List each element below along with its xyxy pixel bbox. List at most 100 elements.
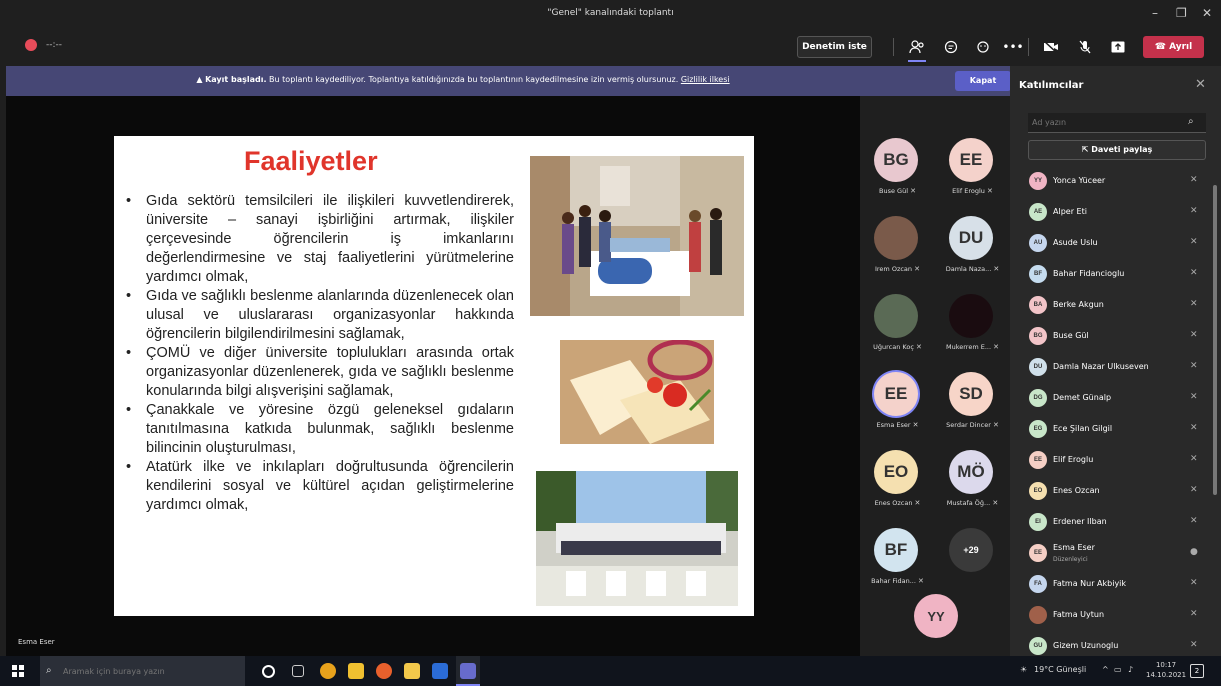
banner-bold: Kayıt başladı. (205, 75, 267, 84)
slide-photo-group-outdoor (536, 471, 738, 606)
notification-center-icon[interactable]: 2 (1190, 664, 1204, 678)
mic-muted-icon[interactable]: ✕ (1190, 423, 1198, 433)
mic-muted-icon[interactable]: ✕ (1190, 485, 1198, 495)
participant-row[interactable]: AE Alper Eti ✕ (1024, 197, 1210, 228)
participant-row[interactable]: Fatma Uytun ✕ (1024, 600, 1210, 631)
gallery-tile[interactable]: DU Damla Naza... ✕ (935, 204, 1010, 282)
participant-row[interactable]: EE Esma Eser Düzenleyici ● (1024, 538, 1210, 569)
firefox-icon[interactable] (376, 663, 392, 679)
warning-icon: ▲ (196, 75, 206, 84)
volume-icon[interactable]: ♪ (1128, 665, 1133, 674)
chrome-icon[interactable] (320, 663, 336, 679)
mic-muted-icon: ✕ (992, 421, 999, 429)
gallery-tile[interactable]: Uğurcan Koç ✕ (860, 282, 935, 360)
window-titlebar: "Genel" kanalındaki toplantı – ❐ ✕ (0, 0, 1221, 28)
participant-search-input[interactable] (1028, 113, 1206, 133)
mic-muted-icon[interactable]: ✕ (1190, 516, 1198, 526)
participant-role: Düzenleyici (1053, 556, 1088, 563)
close-banner-button[interactable]: Kapat (955, 71, 1011, 91)
privacy-policy-link[interactable]: Gizlilik ilkesi (681, 75, 730, 84)
participant-name: Damla Nazar Ulkuseven (1053, 362, 1149, 371)
mic-muted-icon[interactable]: ✕ (1190, 361, 1198, 371)
minimize-button[interactable]: – (1152, 6, 1158, 20)
mic-muted-icon[interactable]: ✕ (1190, 237, 1198, 247)
taskbar-clock[interactable]: 10:17 14.10.2021 (1146, 660, 1186, 680)
mic-muted-icon[interactable]: ✕ (1190, 268, 1198, 278)
slide-photo-cheese (560, 340, 714, 444)
gallery-tile-name: Mustafa Öğ... ✕ (935, 499, 1010, 507)
participant-row[interactable]: BA Berke Akgun ✕ (1024, 290, 1210, 321)
mic-muted-icon[interactable]: ✕ (1190, 330, 1198, 340)
mic-muted-icon[interactable]: ✕ (1190, 206, 1198, 216)
network-icon[interactable]: ▭ (1114, 665, 1122, 674)
gallery-tile[interactable]: SD Serdar Dincer ✕ (935, 360, 1010, 438)
maximize-button[interactable]: ❐ (1176, 6, 1187, 20)
gallery-tile[interactable]: Irem Ozcan ✕ (860, 204, 935, 282)
participant-row[interactable]: EI Erdener Ilban ✕ (1024, 507, 1210, 538)
camera-off-icon[interactable] (1040, 36, 1062, 58)
participant-name: Alper Eti (1053, 207, 1087, 216)
cortana-icon[interactable] (262, 665, 275, 678)
tile-name-text: Uğurcan Koç (873, 343, 914, 351)
gallery-tile[interactable]: EE Esma Eser ✕ (860, 360, 935, 438)
close-window-button[interactable]: ✕ (1202, 6, 1212, 20)
participant-row[interactable]: BG Buse Gül ✕ (1024, 321, 1210, 352)
more-options-icon[interactable]: ••• (1002, 36, 1024, 58)
gallery-tile[interactable]: MÖ Mustafa Öğ... ✕ (935, 438, 1010, 516)
mic-muted-icon[interactable]: ✕ (1190, 609, 1198, 619)
share-invite-label: Daveti paylaş (1091, 145, 1153, 154)
participant-list: YY Yonca Yüceer ✕ AE Alper Eti ✕ AU Asude Uslu ✕… (1024, 166, 1210, 662)
participant-row[interactable]: YY Yonca Yüceer ✕ (1024, 166, 1210, 197)
gallery-tile[interactable]: Mukerrem E... ✕ (935, 282, 1010, 360)
weather-text[interactable]: 19°C Güneşli (1034, 665, 1086, 674)
mic-muted-icon[interactable]: ✕ (1190, 175, 1198, 185)
active-tab-indicator (908, 60, 926, 62)
gallery-tile[interactable]: EO Enes Ozcan ✕ (860, 438, 935, 516)
chat-icon[interactable] (940, 36, 962, 58)
participant-row[interactable]: AU Asude Uslu ✕ (1024, 228, 1210, 259)
participant-avatar (949, 294, 993, 338)
task-view-icon[interactable] (292, 665, 304, 677)
participant-avatar: MÖ (949, 450, 993, 494)
tray-chevron-icon[interactable]: ^ (1102, 665, 1109, 674)
mic-muted-icon[interactable]: ✕ (1190, 640, 1198, 650)
participant-row[interactable]: DG Demet Günalp ✕ (1024, 383, 1210, 414)
gallery-tile[interactable]: BF Bahar Fidan... ✕ (860, 516, 935, 594)
recording-indicator-icon (25, 39, 37, 51)
bullet-text: ÇOMÜ ve diğer üniversite toplulukları ar… (146, 345, 514, 399)
close-panel-icon[interactable]: ✕ (1195, 77, 1206, 92)
mic-off-icon[interactable] (1074, 36, 1096, 58)
share-screen-icon[interactable] (1107, 36, 1129, 58)
participant-row[interactable]: FA Fatma Nur Akbiyik ✕ (1024, 569, 1210, 600)
gallery-tile[interactable]: +29 (935, 516, 1010, 594)
participants-icon[interactable] (906, 36, 928, 58)
reactions-icon[interactable] (972, 36, 994, 58)
leave-button[interactable]: ☎ Ayrıl (1143, 36, 1204, 58)
participant-row[interactable]: DU Damla Nazar Ulkuseven ✕ (1024, 352, 1210, 383)
participant-row[interactable]: EO Enes Ozcan ✕ (1024, 476, 1210, 507)
participant-row[interactable]: EG Ece Şilan Gilgil ✕ (1024, 414, 1210, 445)
taskbar-search-input[interactable] (40, 656, 245, 686)
mic-muted-icon[interactable]: ✕ (1190, 578, 1198, 588)
mic-muted-icon[interactable]: ✕ (1190, 392, 1198, 402)
mic-muted-icon[interactable]: ✕ (1190, 454, 1198, 464)
recording-banner: ▲ Kayıt başladı. Bu toplantı kaydediliyo… (6, 66, 1011, 96)
participant-row[interactable]: BF Bahar Fidancioglu ✕ (1024, 259, 1210, 290)
word-icon[interactable] (432, 663, 448, 679)
request-control-button[interactable]: Denetim iste (797, 36, 872, 58)
gallery-tile[interactable]: EE Elif Eroglu ✕ (935, 126, 1010, 204)
mic-muted-icon[interactable]: ✕ (1190, 299, 1198, 309)
participant-list-scrollbar[interactable] (1213, 185, 1217, 495)
mic-icon[interactable]: ● (1190, 547, 1198, 557)
gallery-tile[interactable]: BG Buse Gül ✕ (860, 126, 935, 204)
slide-title: Faaliyetler (244, 146, 378, 176)
file-explorer-icon[interactable] (404, 663, 420, 679)
share-icon: ⇱ (1081, 145, 1092, 154)
bullet-marker: • (126, 288, 132, 304)
windows-start-icon[interactable] (12, 665, 24, 677)
share-invite-button[interactable]: ⇱ Daveti paylaş (1028, 140, 1206, 160)
participant-name: Bahar Fidancioglu (1053, 269, 1125, 278)
store-icon[interactable] (348, 663, 364, 679)
participant-row[interactable]: EE Elif Eroglu ✕ (1024, 445, 1210, 476)
slide-bullet: • Gıda sektörü temsilcileri ile ilişkiler… (124, 192, 514, 287)
